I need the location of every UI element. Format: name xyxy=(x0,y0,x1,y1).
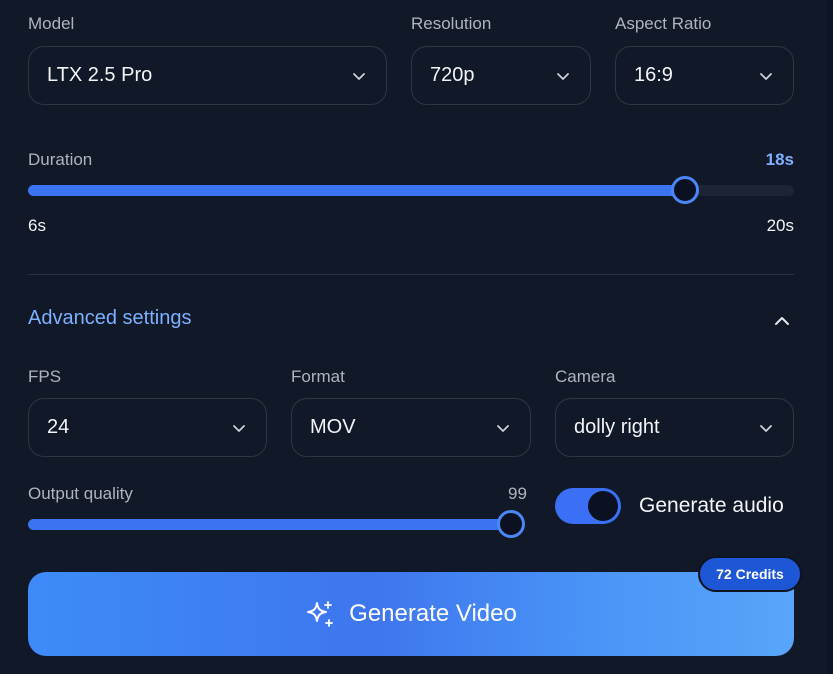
chevron-down-icon xyxy=(233,424,245,432)
model-select[interactable]: LTX 2.5 Pro xyxy=(28,46,387,105)
format-label: Format xyxy=(291,367,345,386)
duration-slider-fill xyxy=(28,185,685,196)
aspect-ratio-value: 16:9 xyxy=(634,64,673,86)
credits-badge: 72 Credits xyxy=(698,556,802,592)
divider xyxy=(28,274,794,275)
output-quality-slider-fill xyxy=(28,519,512,530)
camera-select[interactable]: dolly right xyxy=(555,398,794,457)
format-value: MOV xyxy=(310,416,356,438)
output-quality-slider[interactable] xyxy=(28,510,526,538)
duration-max: 20s xyxy=(766,216,794,235)
camera-label: Camera xyxy=(555,367,616,386)
duration-value: 18s xyxy=(765,150,794,169)
resolution-select[interactable]: 720p xyxy=(411,46,591,105)
format-select[interactable]: MOV xyxy=(291,398,531,457)
model-value: LTX 2.5 Pro xyxy=(47,64,153,86)
fps-label: FPS xyxy=(28,367,62,386)
output-quality-slider-handle[interactable] xyxy=(497,510,526,538)
chevron-down-icon xyxy=(497,424,509,432)
fps-value: 24 xyxy=(47,416,70,438)
chevron-down-icon xyxy=(760,72,772,80)
chevron-down-icon xyxy=(353,72,365,80)
model-label: Model xyxy=(28,14,75,33)
aspect-ratio-label: Aspect Ratio xyxy=(615,14,712,33)
output-quality-value: 99 xyxy=(508,484,527,503)
fps-select[interactable]: 24 xyxy=(28,398,267,457)
resolution-label: Resolution xyxy=(411,14,492,33)
sparkles-icon xyxy=(307,601,334,627)
duration-label: Duration xyxy=(28,150,93,169)
advanced-settings-toggle[interactable]: Advanced settings xyxy=(28,307,191,330)
generate-audio-label: Generate audio xyxy=(639,494,784,517)
generate-video-label: Generate Video xyxy=(349,600,517,627)
camera-value: dolly right xyxy=(574,416,660,438)
aspect-ratio-select[interactable]: 16:9 xyxy=(615,46,794,105)
resolution-value: 720p xyxy=(430,64,475,86)
duration-min: 6s xyxy=(28,216,46,235)
toggle-knob xyxy=(588,491,618,521)
generate-audio-toggle[interactable] xyxy=(555,488,621,524)
duration-slider-handle[interactable] xyxy=(670,176,699,204)
scrollbar-edge xyxy=(827,0,833,674)
duration-slider[interactable] xyxy=(28,176,794,204)
chevron-down-icon xyxy=(557,72,569,80)
generate-video-button[interactable]: Generate Video xyxy=(28,572,794,656)
chevron-up-icon[interactable] xyxy=(772,311,792,331)
chevron-down-icon xyxy=(760,424,772,432)
output-quality-label: Output quality xyxy=(28,484,133,503)
